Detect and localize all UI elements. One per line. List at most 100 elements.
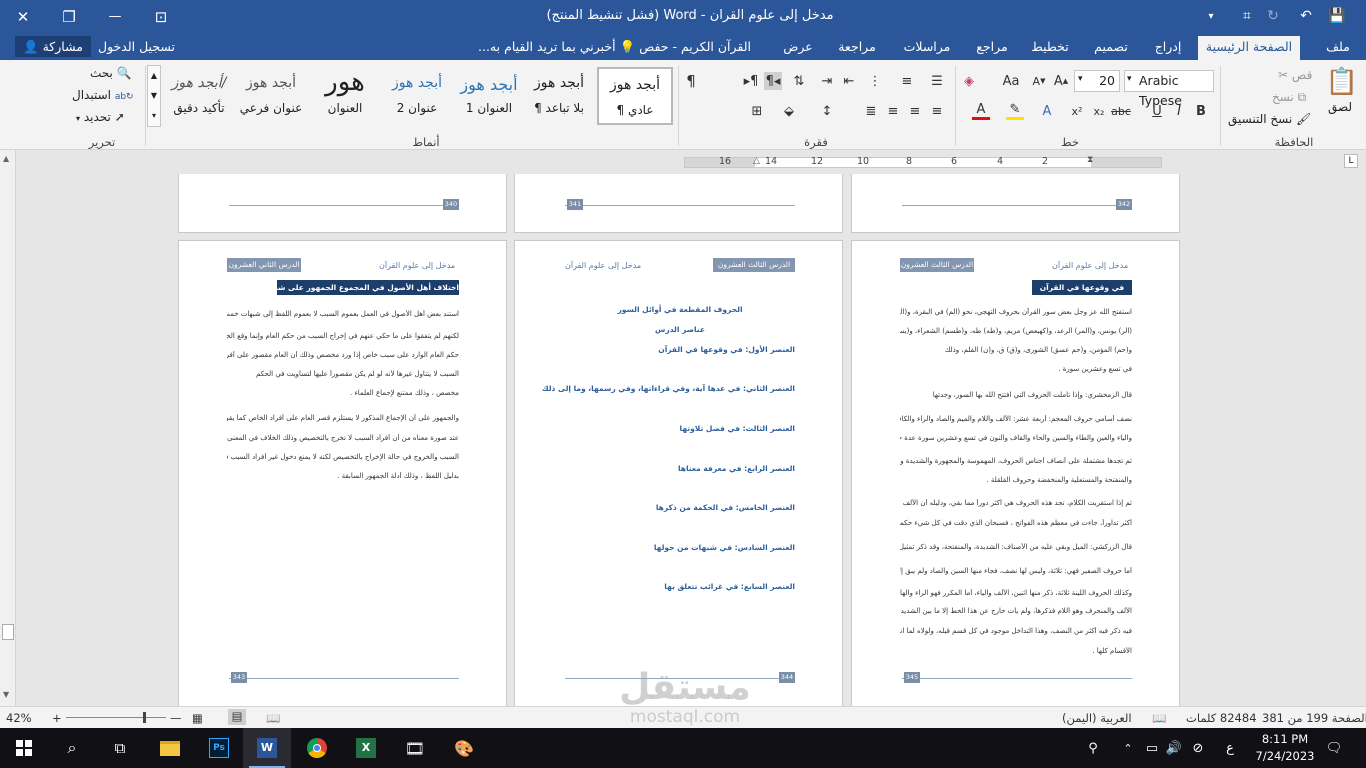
vertical-scrollbar[interactable]: ▲ ▼	[0, 150, 16, 706]
dropdown-arrow-icon: ▾	[76, 114, 81, 123]
styles-scroll-buttons[interactable]: ▲ ▼ ▾	[147, 65, 161, 127]
tab-layout[interactable]: تخطيط	[1030, 33, 1070, 60]
zoom-level[interactable]: 42%	[6, 711, 32, 725]
text-line: ثم إذا استقريت الكلام، تجد هذه الحروف هي…	[900, 499, 1132, 507]
word-count[interactable]: 82484 كلمات	[1186, 711, 1257, 725]
language-indicator[interactable]: العربية (اليمن)	[1062, 711, 1132, 725]
tab-design[interactable]: تصميم	[1090, 33, 1132, 60]
tab-mailings[interactable]: مراسلات	[900, 33, 954, 60]
excel-button[interactable]: X	[342, 728, 390, 768]
search-button[interactable]: ⌕	[48, 728, 96, 768]
task-view-button[interactable]: ⧉	[96, 728, 144, 768]
style-subtle-emphasis[interactable]: أبجد هوز/ تأكيد دقيق	[161, 67, 237, 125]
input-language[interactable]: ع	[1220, 728, 1240, 768]
paintbrush-icon: 🖌	[1296, 112, 1312, 126]
tab-file[interactable]: ملف	[1318, 33, 1358, 60]
text-line: والياء والعين والطاء والسين والحاء والقا…	[900, 434, 1132, 442]
indent-marker-icon[interactable]: ⧗	[1087, 155, 1093, 165]
horizontal-ruler[interactable]: 2 4 6 8 10 12 14 16 ⧗ △	[684, 155, 1162, 168]
minimize-button[interactable]: —	[92, 0, 138, 33]
page-345[interactable]: مدخل إلى علوم القرآن الدرس الثالث العشرو…	[851, 240, 1180, 706]
redo-icon: ↻	[1267, 8, 1279, 24]
sign-in-link[interactable]: تسجيل الدخول	[98, 33, 175, 60]
tab-home[interactable]: الصفحة الرئيسية	[1198, 36, 1300, 60]
start-button[interactable]	[0, 728, 48, 768]
read-mode-icon[interactable]: 📖	[266, 711, 280, 725]
style-no-spacing[interactable]: أبجد هوز ¶ بلا تباعد	[521, 67, 597, 125]
page-341[interactable]: 341	[514, 174, 843, 233]
redo-button[interactable]: ↻	[1262, 6, 1284, 26]
tab-insert[interactable]: إدراج	[1150, 33, 1186, 60]
restore-button[interactable]: ❐	[46, 0, 92, 33]
format-painter-button[interactable]: نسخ التنسيق 🖌	[1228, 112, 1311, 126]
word-icon: W	[257, 738, 277, 758]
ribbon-display-options-button[interactable]: ⊡	[138, 0, 184, 33]
tab-review[interactable]: مراجعة	[834, 33, 880, 60]
battery-icon[interactable]: ▭	[1142, 728, 1162, 768]
cursor-arrow-icon: ➚	[114, 110, 125, 124]
page-count[interactable]: الصفحة 199 من 381	[1262, 711, 1366, 725]
paragraph-group-label: فقرة	[804, 135, 828, 149]
tab-view[interactable]: عرض	[780, 33, 816, 60]
scroll-down-icon[interactable]: ▼	[3, 690, 9, 699]
zoom-slider-thumb[interactable]	[143, 712, 146, 723]
style-subtitle[interactable]: أبجد هوز عنوان فرعي	[233, 67, 309, 125]
page-342[interactable]: 342	[851, 174, 1180, 233]
paste-icon[interactable]: 📋	[1326, 66, 1358, 98]
zoom-slider[interactable]	[66, 717, 166, 718]
photoshop-button[interactable]: Ps	[195, 728, 243, 768]
text-line: وكذلك الحروف اللينة ثلاثة، ذكر منها اثني…	[900, 589, 1132, 597]
replace-button[interactable]: استبدال ab↻	[72, 88, 134, 102]
chrome-button[interactable]	[293, 728, 341, 768]
zoom-in-icon[interactable]: +	[52, 711, 62, 725]
proofing-icon[interactable]: 📖	[1152, 711, 1166, 725]
close-button[interactable]: ✕	[0, 0, 46, 33]
page-343[interactable]: مدخل إلى علوم القرآن الدرس الثاني العشرو…	[178, 240, 507, 706]
tab-references[interactable]: مراجع	[972, 33, 1012, 60]
page-number: 342	[1116, 199, 1132, 210]
web-layout-icon[interactable]: ▦	[192, 711, 203, 725]
folder-icon	[160, 740, 180, 756]
select-button[interactable]: ▾ تحديد ➚	[76, 110, 125, 124]
text-line: بدليل اللفظ ، وذلك أدلة الجمهور السابقة …	[337, 472, 459, 480]
save-button[interactable]: 💾	[1326, 6, 1348, 26]
people-icon[interactable]: ⚲	[1082, 728, 1104, 768]
tab-quran[interactable]: القرآن الكريم - حفص	[639, 33, 751, 60]
lesson-label: الدرس الثالث العشرون	[900, 258, 974, 272]
document-area[interactable]: 340 341 342 مدخل إلى علوم القرآن الدرس ا…	[16, 174, 1350, 706]
video-app-button[interactable]: 🎞	[391, 728, 439, 768]
style-heading-1[interactable]: أبجد هوز العنوان 1	[451, 67, 527, 125]
tab-selector-icon[interactable]: L	[1344, 154, 1358, 168]
cut-button[interactable]: ✂ قص	[1278, 68, 1312, 82]
notifications-icon[interactable]: 🗨	[1322, 728, 1346, 768]
style-title[interactable]: هور العنوان	[307, 67, 383, 125]
word-taskbar-button[interactable]: W	[243, 728, 291, 768]
show-hidden-icons[interactable]: ⌃	[1118, 728, 1138, 768]
footer-line	[229, 678, 459, 679]
text-line: استفتح الله عز وجل بعض سور القرآن بحروف …	[900, 308, 1132, 316]
volume-icon[interactable]: 🔊	[1164, 728, 1184, 768]
share-button[interactable]: 👤 مشاركة	[15, 36, 91, 57]
page-number: 343	[231, 672, 247, 683]
paint-app-button[interactable]: 🎨	[440, 728, 488, 768]
undo-button[interactable]: ↶	[1295, 6, 1317, 26]
customize-qat-button[interactable]: ▾	[1200, 6, 1222, 26]
left-indent-marker-icon[interactable]: △	[753, 156, 760, 166]
zoom-out-icon[interactable]: —	[170, 711, 182, 725]
page-340[interactable]: 340	[178, 174, 507, 233]
scroll-thumb[interactable]	[2, 624, 14, 640]
tell-me-box[interactable]: 💡 أخبرني بما تريد القيام به...	[478, 33, 635, 60]
find-button[interactable]: بحث 🔍	[90, 66, 132, 80]
copy-button[interactable]: نسخ ⧉	[1272, 90, 1306, 105]
scroll-up-icon[interactable]: ▲	[3, 154, 9, 163]
network-icon[interactable]: ⊘	[1188, 728, 1208, 768]
paste-button[interactable]: لصق	[1328, 100, 1352, 114]
file-explorer-button[interactable]	[146, 728, 194, 768]
taskbar-clock[interactable]: 8:11 PM 7/24/2023	[1255, 731, 1315, 765]
touch-mode-button[interactable]: ⌗	[1236, 6, 1258, 26]
style-normal[interactable]: أبجد هوز ¶ عادي	[597, 67, 673, 125]
page-344[interactable]: مدخل إلى علوم القرآن الدرس الثالث العشرو…	[514, 240, 843, 706]
style-heading-2[interactable]: أبجد هوز عنوان 2	[379, 67, 455, 125]
print-layout-icon[interactable]: ▤	[228, 709, 246, 725]
window-title: مدخل إلى علوم القران - Word (فشل تنشيط ا…	[546, 8, 834, 23]
